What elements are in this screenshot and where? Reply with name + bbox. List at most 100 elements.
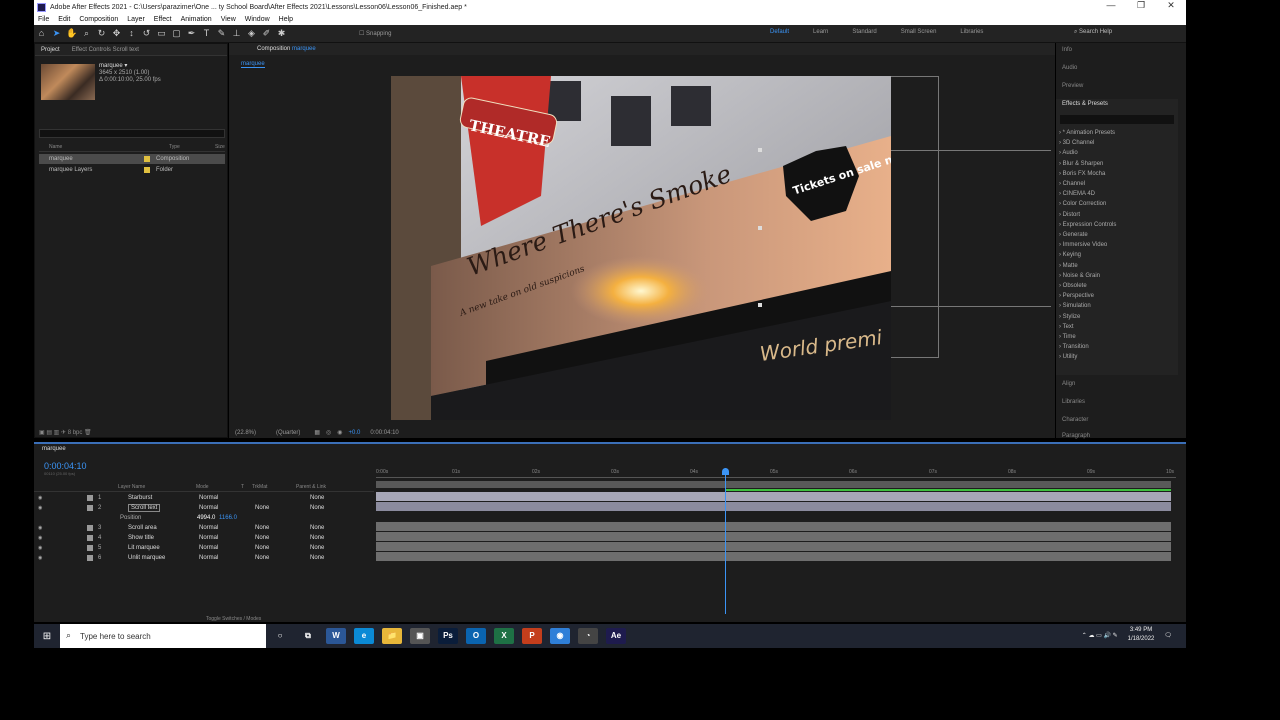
- effect-category[interactable]: › Expression Controls: [1059, 220, 1116, 230]
- cortana-icon[interactable]: ○: [270, 628, 290, 644]
- visibility-eye-icon[interactable]: ◉: [38, 495, 42, 501]
- maximize-button[interactable]: ❐: [1126, 0, 1156, 11]
- layer-bar-5[interactable]: [376, 542, 1171, 551]
- type-tool-icon[interactable]: T: [201, 28, 212, 39]
- exposure-value[interactable]: +0.0: [349, 430, 361, 436]
- effects-search-input[interactable]: [1060, 115, 1174, 124]
- grid-icon[interactable]: ▦: [314, 429, 320, 436]
- panel-libraries[interactable]: Libraries: [1062, 399, 1085, 405]
- effect-category[interactable]: › Distort: [1059, 210, 1116, 220]
- layer-row-4[interactable]: ◉ 4 Show title Normal None None: [34, 533, 374, 543]
- visibility-eye-icon[interactable]: ◉: [38, 525, 42, 531]
- effect-category[interactable]: › Color Correction: [1059, 199, 1116, 209]
- tab-comp-name[interactable]: marquee: [292, 46, 316, 52]
- effect-category[interactable]: › Stylize: [1059, 312, 1116, 322]
- tab-composition[interactable]: Composition: [257, 46, 290, 52]
- project-item-marquee[interactable]: marquee Composition: [39, 154, 225, 164]
- col-mode[interactable]: Mode: [196, 484, 209, 490]
- effect-category[interactable]: › Perspective: [1059, 291, 1116, 301]
- effect-category[interactable]: › Transition: [1059, 342, 1116, 352]
- bpc-label[interactable]: 8 bpc: [68, 430, 83, 436]
- outlook-app-icon[interactable]: O: [466, 628, 486, 644]
- menu-file[interactable]: File: [38, 16, 49, 23]
- playhead-line[interactable]: [725, 468, 726, 614]
- anchor-handle[interactable]: [758, 148, 762, 152]
- taskbar-search-input[interactable]: ⌕ Type here to search: [60, 624, 266, 648]
- menu-composition[interactable]: Composition: [79, 16, 118, 23]
- anchor-handle[interactable]: [758, 226, 762, 230]
- effect-category[interactable]: › Audio: [1059, 148, 1116, 158]
- menu-effect[interactable]: Effect: [154, 16, 172, 23]
- rotate-tool-icon[interactable]: ↺: [141, 28, 152, 39]
- effect-category[interactable]: › Blur & Sharpen: [1059, 159, 1116, 169]
- effect-category[interactable]: › CINEMA 4D: [1059, 189, 1116, 199]
- effect-category[interactable]: › Immersive Video: [1059, 240, 1116, 250]
- effects-title[interactable]: Effects & Presets: [1062, 101, 1108, 107]
- current-time-display[interactable]: 0:00:04:10: [370, 430, 398, 436]
- project-search-input[interactable]: [39, 129, 225, 138]
- toggle-switches-modes[interactable]: Toggle Switches / Modes: [206, 616, 261, 622]
- taskbar-clock[interactable]: 3:49 PM 1/18/2022: [1128, 626, 1155, 644]
- workspace-default[interactable]: Default: [770, 29, 789, 35]
- work-area-bar[interactable]: [376, 481, 1171, 488]
- minimize-button[interactable]: —: [1096, 0, 1126, 11]
- col-t[interactable]: T: [241, 484, 244, 490]
- powerpoint-app-icon[interactable]: P: [522, 628, 542, 644]
- word-app-icon[interactable]: W: [326, 628, 346, 644]
- time-ruler[interactable]: 0:00s 01s 02s 03s 04s 05s 06s 07s 08s 09…: [376, 464, 1176, 478]
- explorer-app-icon[interactable]: 📁: [382, 628, 402, 644]
- effect-category[interactable]: › Matte: [1059, 261, 1116, 271]
- col-type[interactable]: Type: [169, 144, 180, 150]
- mask-icon[interactable]: ◎: [326, 429, 331, 436]
- workspace-small-screen[interactable]: Small Screen: [901, 29, 937, 35]
- col-trkmat[interactable]: TrkMat: [252, 484, 267, 490]
- layer-bar-4[interactable]: [376, 532, 1171, 541]
- layer-bar-3[interactable]: [376, 522, 1171, 531]
- visibility-eye-icon[interactable]: ◉: [38, 545, 42, 551]
- store-app-icon[interactable]: ▣: [410, 628, 430, 644]
- layer-row-2[interactable]: ◉ 2 Scroll text Normal None None: [34, 503, 374, 513]
- anchor-handle[interactable]: [758, 303, 762, 307]
- effect-category[interactable]: › Channel: [1059, 179, 1116, 189]
- notifications-icon[interactable]: 🗨: [1164, 632, 1172, 639]
- windows-start-icon[interactable]: ⊞: [34, 631, 60, 642]
- pen-tool-icon[interactable]: ✒: [186, 28, 197, 39]
- workspace-learn[interactable]: Learn: [813, 29, 828, 35]
- layer-row-6[interactable]: ◉ 6 Unlit marquee Normal None None: [34, 553, 374, 563]
- panel-paragraph[interactable]: Paragraph: [1062, 433, 1090, 439]
- pan-tool-icon[interactable]: ✥: [111, 28, 122, 39]
- zoom-dropdown[interactable]: (22.8%): [235, 430, 256, 436]
- layer-row-5[interactable]: ◉ 5 Lit marquee Normal None None: [34, 543, 374, 553]
- layer-row-3[interactable]: ◉ 3 Scroll area Normal None None: [34, 523, 374, 533]
- edge-app-icon[interactable]: e: [354, 628, 374, 644]
- roto-tool-icon[interactable]: ✐: [261, 28, 272, 39]
- zoom-tool-icon[interactable]: ⌕: [81, 28, 92, 39]
- visibility-eye-icon[interactable]: ◉: [38, 535, 42, 541]
- panel-audio[interactable]: Audio: [1062, 65, 1077, 71]
- layer-bar-6[interactable]: [376, 552, 1171, 561]
- chrome-app-icon[interactable]: ◉: [550, 628, 570, 644]
- workspace-standard[interactable]: Standard: [852, 29, 876, 35]
- camera-icon[interactable]: ◉: [337, 429, 342, 436]
- panel-align[interactable]: Align: [1062, 381, 1075, 387]
- effect-category[interactable]: › * Animation Presets: [1059, 128, 1116, 138]
- effect-category[interactable]: › Noise & Grain: [1059, 271, 1116, 281]
- after-effects-app-icon[interactable]: Ae: [606, 628, 626, 644]
- orbit-tool-icon[interactable]: ↻: [96, 28, 107, 39]
- panel-info[interactable]: Info: [1062, 47, 1072, 53]
- shape-tool-icon[interactable]: ▢: [171, 28, 182, 39]
- close-button[interactable]: ✕: [1156, 0, 1186, 11]
- effect-category[interactable]: › Utility: [1059, 352, 1116, 362]
- tab-effect-controls[interactable]: Effect Controls Scroll text: [72, 47, 139, 53]
- effect-category[interactable]: › Time: [1059, 332, 1116, 342]
- project-item-layers-folder[interactable]: marquee Layers Folder: [39, 165, 225, 175]
- stamp-tool-icon[interactable]: ⊥: [231, 28, 242, 39]
- tray-icons[interactable]: ⌃ ☁ ▭ 🔊 ✎: [1082, 632, 1118, 639]
- effect-category[interactable]: › Text: [1059, 322, 1116, 332]
- app-icon[interactable]: ◔: [578, 628, 598, 644]
- menu-edit[interactable]: Edit: [58, 16, 70, 23]
- layer-row-1[interactable]: ◉ 1 Starburst Normal None: [34, 493, 374, 503]
- effect-category[interactable]: › Generate: [1059, 230, 1116, 240]
- menu-window[interactable]: Window: [245, 16, 270, 23]
- layer-bar-2[interactable]: [376, 502, 1171, 511]
